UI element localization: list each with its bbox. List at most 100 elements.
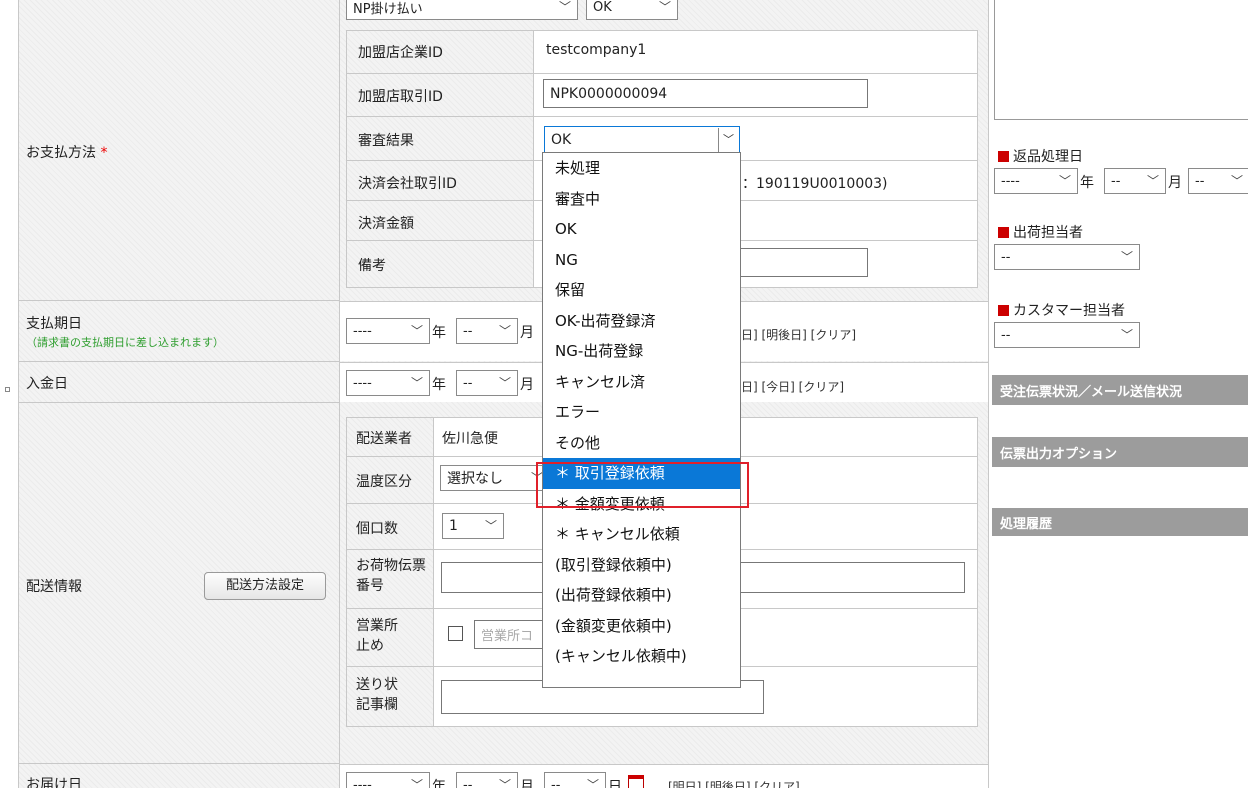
chevron-down-icon: ﹀ [410, 778, 423, 788]
red-square-icon [998, 305, 1009, 316]
notes-textarea[interactable] [994, 0, 1248, 120]
calendar-icon[interactable] [628, 775, 644, 788]
day-unit: 日 [608, 779, 622, 788]
row-divider [347, 116, 977, 117]
deposit-date-links[interactable]: 日] [今日] [クリア] [741, 378, 844, 395]
payment-company-txn-id-label: 決済会社取引ID [358, 176, 457, 192]
office-hold-label: 営業所止め [356, 618, 398, 654]
remarks-label: 備考 [358, 258, 386, 274]
due-month-select[interactable]: -- ﹀ [456, 318, 518, 344]
merchant-company-id-value: testcompany1 [546, 42, 647, 58]
dropdown-option[interactable]: OK-出荷登録済 [543, 306, 740, 337]
delivery-year-select[interactable]: ---- ﹀ [346, 772, 430, 788]
chevron-down-icon: ﹀ [1058, 174, 1071, 188]
chevron-down-icon: ﹀ [1146, 174, 1159, 188]
shipping-staff-label: 出荷担当者 [998, 222, 1083, 242]
row-divider [18, 402, 339, 403]
chevron-down-icon: ﹀ [498, 778, 511, 788]
dropdown-option[interactable]: (出荷登録依頼中) [543, 580, 740, 611]
dropdown-option[interactable]: その他 [543, 428, 740, 459]
return-date-label: 返品処理日 [998, 146, 1083, 166]
merchant-transaction-id-label: 加盟店取引ID [358, 89, 443, 105]
delivery-day-select[interactable]: -- ﹀ [544, 772, 606, 788]
chevron-down-icon: ﹀ [1120, 250, 1133, 264]
payment-method-select[interactable]: NP掛け払い ﹀ [346, 0, 578, 20]
due-date-links[interactable]: 日] [明後日] [クリア] [741, 326, 856, 343]
settlement-amount-label: 決済金額 [358, 216, 414, 232]
year-unit: 年 [432, 779, 446, 788]
chevron-down-icon: ﹀ [410, 324, 423, 338]
customer-staff-label: カスタマー担当者 [998, 300, 1125, 320]
row-divider [18, 763, 339, 764]
due-date-label: 支払期日 [26, 316, 82, 332]
dropdown-option[interactable]: キャンセル済 [543, 367, 740, 398]
row-divider [18, 300, 339, 301]
delivery-date-links[interactable]: [明日] [明後日] [クリア] [668, 778, 800, 788]
review-result-label: 審査結果 [358, 133, 414, 149]
chevron-down-icon: ﹀ [498, 324, 511, 338]
delivery-month-select[interactable]: -- ﹀ [456, 772, 518, 788]
order-status-section[interactable]: 受注伝票状況／メール送信状況 [992, 375, 1248, 405]
chevron-down-icon: ﹀ [658, 0, 671, 14]
month-unit: 月 [520, 325, 534, 341]
shipping-staff-select[interactable]: -- ﹀ [994, 244, 1140, 270]
temperature-select[interactable]: 選択なし ﹀ [440, 465, 550, 491]
required-mark: * [100, 145, 108, 161]
payment-status-select[interactable]: OK ﹀ [586, 0, 678, 20]
chevron-down-icon: ﹀ [558, 0, 571, 14]
chevron-down-icon: ﹀ [410, 376, 423, 390]
carrier-label: 配送業者 [356, 431, 412, 447]
row-marker-icon [5, 387, 10, 392]
merchant-transaction-id-input[interactable]: NPK0000000094 [543, 79, 868, 108]
chevron-down-icon: ﹀ [498, 376, 511, 390]
table-mid-border [339, 0, 340, 788]
chevron-down-icon: ﹀ [586, 778, 599, 788]
dropdown-option[interactable]: ＊ キャンセル依頼 [543, 519, 740, 550]
year-unit: 年 [1080, 175, 1094, 191]
slip-note-label: 送り状記事欄 [356, 677, 398, 713]
pieces-label: 個口数 [356, 521, 398, 537]
shipping-method-button[interactable]: 配送方法設定 [204, 572, 326, 600]
customer-staff-select[interactable]: -- ﹀ [994, 322, 1140, 348]
year-unit: 年 [432, 325, 446, 341]
chevron-down-icon[interactable]: ﹀ [718, 128, 738, 152]
deposit-date-label: 入金日 [26, 376, 68, 392]
slip-output-section[interactable]: 伝票出力オプション [992, 437, 1248, 467]
month-unit: 月 [520, 779, 534, 788]
red-square-icon [998, 151, 1009, 162]
temperature-label: 温度区分 [356, 474, 412, 490]
chevron-down-icon: ﹀ [1120, 328, 1133, 342]
dropdown-option[interactable]: 審査中 [543, 184, 740, 215]
table-right-border [988, 0, 989, 788]
return-year-select[interactable]: ---- ﹀ [994, 168, 1078, 194]
dropdown-option[interactable]: 保留 [543, 275, 740, 306]
due-year-select[interactable]: ---- ﹀ [346, 318, 430, 344]
due-date-note: （請求書の支払期日に差し込まれます） [26, 336, 224, 349]
dropdown-option[interactable]: (キャンセル依頼中) [543, 641, 740, 672]
office-code-input[interactable]: 営業所コ [474, 620, 546, 649]
history-section[interactable]: 処理履歴 [992, 508, 1248, 536]
dropdown-option[interactable]: OK [543, 214, 740, 245]
dropdown-option[interactable]: (金額変更依頼中) [543, 611, 740, 642]
return-day-select[interactable]: -- ﹀ [1188, 168, 1248, 194]
table-left-border [18, 0, 19, 788]
dropdown-option[interactable]: エラー [543, 397, 740, 428]
review-result-select[interactable]: OK [544, 126, 740, 154]
month-unit: 月 [1168, 175, 1182, 191]
red-square-icon [998, 227, 1009, 238]
deposit-month-select[interactable]: -- ﹀ [456, 370, 518, 396]
review-result-dropdown[interactable]: 未処理 審査中 OK NG 保留 OK-出荷登録済 NG-出荷登録 キャンセル済 エラー その他 ＊… [542, 152, 741, 688]
chevron-down-icon: ﹀ [1230, 174, 1243, 188]
dropdown-option[interactable]: NG [543, 245, 740, 276]
deposit-year-select[interactable]: ---- ﹀ [346, 370, 430, 396]
shipping-info-label: 配送情報 [26, 579, 82, 595]
dropdown-option[interactable]: (取引登録依頼中) [543, 550, 740, 581]
highlight-box [536, 462, 749, 508]
dropdown-option[interactable]: 未処理 [543, 153, 740, 184]
pieces-select[interactable]: 1 ﹀ [442, 513, 504, 539]
office-hold-checkbox[interactable] [448, 626, 463, 641]
payment-company-txn-id-value: ：190119U0010003) [742, 176, 888, 192]
dropdown-option[interactable]: NG-出荷登録 [543, 336, 740, 367]
return-month-select[interactable]: -- ﹀ [1104, 168, 1166, 194]
row-divider [18, 361, 339, 362]
